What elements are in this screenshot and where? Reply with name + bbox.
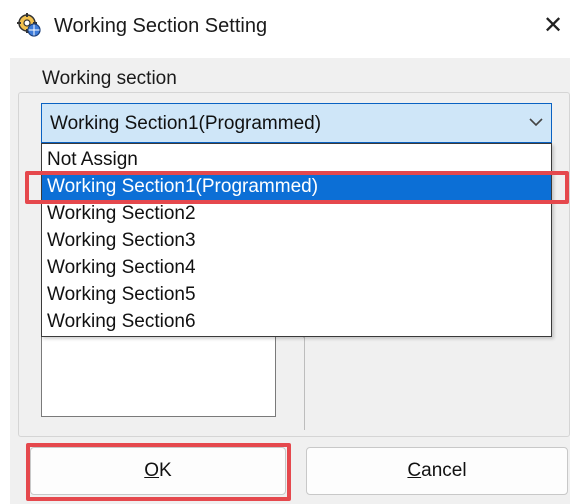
combobox-value: Working Section1(Programmed) xyxy=(50,113,322,134)
window-title: Working Section Setting xyxy=(54,15,268,37)
working-section-combobox[interactable]: Working Section1(Programmed) xyxy=(41,103,552,143)
cancel-mnemonic: C xyxy=(407,460,422,481)
chevron-down-icon[interactable] xyxy=(528,112,544,132)
working-section-dialog: Working Section Setting ✕ Working sectio… xyxy=(0,0,570,504)
option-working-section2[interactable]: Working Section2 xyxy=(42,200,551,227)
group-label: Working section xyxy=(38,68,181,90)
close-button[interactable]: ✕ xyxy=(540,13,566,41)
section-listbox[interactable] xyxy=(41,328,276,417)
option-working-section5[interactable]: Working Section5 xyxy=(42,281,551,308)
annotation-highlight-option xyxy=(25,171,569,204)
cancel-button[interactable]: Cancel xyxy=(306,447,568,495)
option-not-assign[interactable]: Not Assign xyxy=(42,146,551,173)
gear-globe-icon xyxy=(16,12,42,38)
annotation-highlight-ok xyxy=(26,443,291,501)
title-bar: Working Section Setting ✕ xyxy=(0,0,570,58)
detail-panel xyxy=(304,330,569,430)
option-working-section6[interactable]: Working Section6 xyxy=(42,308,551,335)
cancel-label-rest: ancel xyxy=(421,460,467,481)
option-working-section4[interactable]: Working Section4 xyxy=(42,254,551,281)
option-working-section3[interactable]: Working Section3 xyxy=(42,227,551,254)
